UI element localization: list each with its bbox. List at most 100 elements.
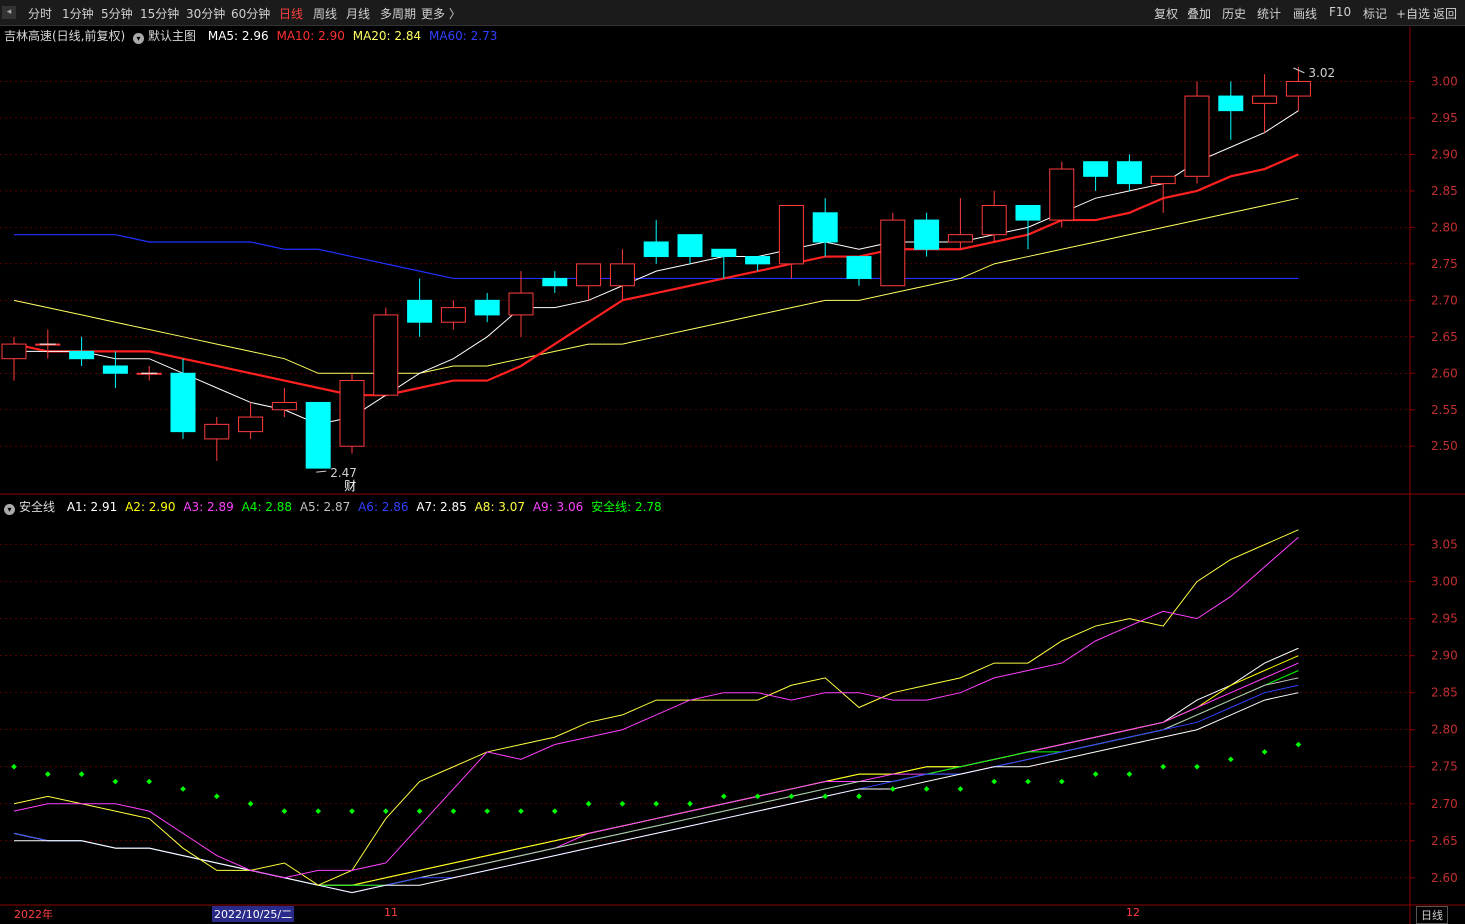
safe-line-dot bbox=[788, 793, 795, 800]
price-tick-label: 2.60 bbox=[1431, 366, 1458, 380]
safe-line-dot bbox=[180, 786, 186, 792]
candle-body-down bbox=[170, 372, 196, 433]
finance-tag: 财 bbox=[344, 479, 356, 493]
safe-line-dot bbox=[957, 786, 964, 792]
candle-body-up bbox=[947, 234, 973, 243]
indicator-tick-label: 3.05 bbox=[1431, 538, 1458, 552]
indicator-line bbox=[13, 655, 1299, 886]
safe-line-dot bbox=[889, 786, 896, 792]
candle-body-up bbox=[609, 263, 635, 287]
price-tick-label: 2.55 bbox=[1431, 403, 1458, 417]
indicator-lines bbox=[11, 529, 1302, 894]
safe-line-dot bbox=[720, 793, 727, 800]
safe-line-dot bbox=[349, 808, 355, 814]
price-tick-label: 2.80 bbox=[1431, 220, 1458, 234]
chart-annotations: 3.02 2.47财 bbox=[39, 66, 1335, 493]
indicator-tick-label: 2.75 bbox=[1431, 760, 1458, 774]
candle-body-down bbox=[542, 277, 568, 287]
indicator-tick-label: 2.90 bbox=[1431, 649, 1458, 663]
safe-line-dot bbox=[11, 763, 17, 770]
safe-line-dot bbox=[1160, 763, 1167, 770]
indicator-tick-label: 2.70 bbox=[1431, 797, 1458, 811]
safe-line-dot bbox=[1092, 771, 1099, 777]
safe-line-dot bbox=[822, 793, 829, 800]
candle-body-up bbox=[204, 423, 230, 440]
safe-line-dot bbox=[653, 800, 660, 807]
safe-line-dot bbox=[1194, 763, 1200, 770]
safe-line-dot bbox=[923, 786, 930, 792]
period-indicator[interactable]: 日线 bbox=[1416, 906, 1448, 924]
safe-line-dot bbox=[416, 808, 423, 814]
safe-line-dot bbox=[687, 800, 693, 807]
safe-line-dot bbox=[1126, 771, 1133, 777]
price-tick-label: 2.70 bbox=[1431, 293, 1458, 307]
safe-line-dot bbox=[146, 778, 153, 785]
ma10-line bbox=[13, 153, 1299, 397]
cursor-date-label: 2022/10/25/二 bbox=[212, 906, 295, 922]
safe-line-dot bbox=[856, 793, 862, 800]
candle-body-down bbox=[1083, 161, 1109, 177]
candle-body-down bbox=[745, 256, 771, 265]
candle-body-down bbox=[1015, 204, 1041, 221]
indicator-line bbox=[13, 536, 1299, 879]
safe-line-dot bbox=[518, 808, 524, 814]
indicator-tick-label: 2.65 bbox=[1431, 834, 1458, 848]
candle-body-up bbox=[339, 380, 365, 447]
price-tick-label: 2.95 bbox=[1431, 111, 1458, 125]
candle-body-down bbox=[677, 234, 703, 258]
indicator-tick-label: 3.00 bbox=[1431, 575, 1458, 589]
candle-body-up bbox=[880, 219, 906, 287]
year-label: 2022年 bbox=[14, 908, 53, 921]
indicator-line bbox=[13, 529, 1299, 886]
candle-body-down bbox=[914, 219, 940, 250]
price-tick-label: 2.75 bbox=[1431, 257, 1458, 271]
price-tick-label: 2.90 bbox=[1431, 147, 1458, 161]
price-tick-label: 3.00 bbox=[1431, 74, 1458, 88]
safe-line-dot bbox=[1227, 756, 1234, 763]
safe-line-dot bbox=[991, 778, 998, 785]
candle-body-up bbox=[576, 263, 602, 287]
safe-line-dot bbox=[281, 808, 288, 814]
stock-chart[interactable]: 2.50 2.55 2.60 2.65 2.70 2.75 2.80 2.85 2.90 2.95… bbox=[0, 0, 1465, 924]
candle-body-down bbox=[643, 241, 669, 258]
candle-body-down bbox=[1218, 95, 1244, 112]
price-axis: 2.50 2.55 2.60 2.65 2.70 2.75 2.80 2.85 2.90 2.95… bbox=[1410, 74, 1458, 885]
indicator-line bbox=[13, 684, 1299, 894]
candle-body-down bbox=[305, 401, 331, 469]
candle-body-down bbox=[1116, 161, 1142, 185]
safe-line-dot bbox=[1295, 741, 1302, 748]
candle-body-up bbox=[1150, 175, 1176, 185]
candle-body-up bbox=[271, 401, 297, 411]
safe-line-dot bbox=[1025, 778, 1031, 785]
chart-grid bbox=[0, 27, 1465, 924]
candle-body-up bbox=[1252, 95, 1278, 104]
candle-body-up bbox=[1049, 168, 1075, 221]
safe-line-dot bbox=[1058, 778, 1065, 785]
low-price-marker: 2.47 bbox=[330, 466, 357, 480]
indicator-tick-label: 2.95 bbox=[1431, 612, 1458, 626]
candle-body-up bbox=[508, 292, 534, 316]
safe-line-dot bbox=[213, 793, 220, 800]
price-tick-label: 2.50 bbox=[1431, 439, 1458, 453]
safe-line-dot bbox=[78, 771, 85, 777]
indicator-tick-label: 2.85 bbox=[1431, 686, 1458, 700]
candle-body-down bbox=[711, 248, 737, 258]
indicator-line bbox=[13, 670, 1299, 886]
month-nov-label: 11 bbox=[384, 906, 398, 919]
candle-body-down bbox=[812, 212, 838, 243]
indicator-tick-label: 2.60 bbox=[1431, 871, 1458, 885]
safe-line-dot bbox=[382, 808, 389, 814]
low-arrow bbox=[316, 470, 327, 473]
safe-line-dot bbox=[551, 808, 558, 814]
candle-body-up bbox=[373, 314, 399, 396]
ma5-line bbox=[14, 110, 1299, 425]
safe-line-dot bbox=[754, 793, 761, 800]
indicator-line bbox=[13, 662, 1299, 886]
candle-body-down bbox=[846, 256, 872, 279]
candle-body-up bbox=[1184, 95, 1210, 177]
safe-line-dot bbox=[450, 808, 457, 814]
safe-line-dot bbox=[585, 800, 592, 807]
candle-body-up bbox=[1285, 80, 1311, 97]
candlesticks bbox=[1, 66, 1311, 469]
safe-line-dot bbox=[112, 778, 119, 785]
